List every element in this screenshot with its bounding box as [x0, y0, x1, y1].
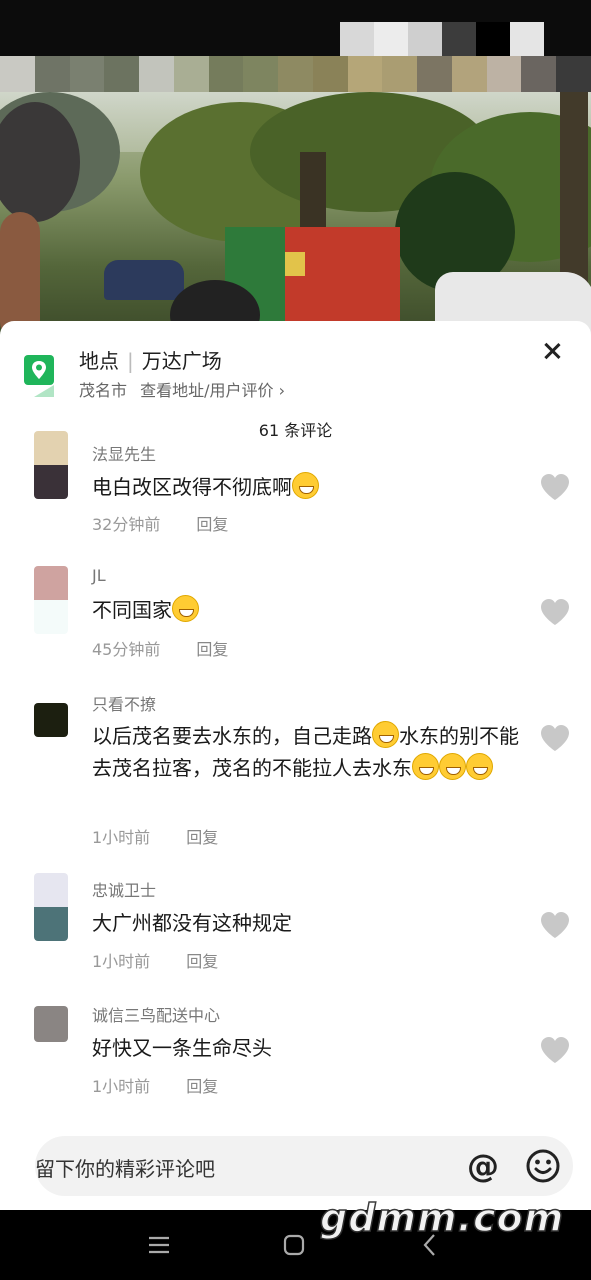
comment-meta: 45分钟前 回复	[92, 636, 228, 660]
comment-time: 1小时前	[92, 828, 151, 847]
comment-input-placeholder: 留下你的精彩评论吧	[35, 1157, 215, 1181]
home-icon[interactable]	[282, 1232, 308, 1258]
mosaic-strip	[0, 56, 591, 92]
comment-text: 以后茂名要去水东的，自己走路 水东的别不能去茂名拉客，茂名的不能拉人去水东	[92, 720, 532, 784]
comment-meta: 1小时前 回复	[92, 948, 218, 972]
comment-meta: 1小时前 回复	[92, 824, 218, 848]
location-title[interactable]: 地点 | 万达广场	[79, 345, 222, 374]
comment-time: 45分钟前	[92, 640, 161, 659]
comment-count: 61 条评论	[258, 421, 333, 440]
reply-button[interactable]: 回复	[196, 515, 228, 534]
reply-button[interactable]: 回复	[186, 952, 218, 971]
comment-text: 电白改区改得不彻底啊	[92, 471, 532, 503]
video-scene	[0, 92, 591, 340]
location-subtitle[interactable]: 茂名市 查看地址/用户评价 ›	[79, 377, 285, 401]
avatar[interactable]	[34, 431, 68, 499]
comment-username[interactable]: JL	[92, 566, 106, 585]
heart-icon[interactable]	[540, 911, 570, 939]
smile-icon[interactable]	[525, 1148, 561, 1184]
comment-text: 不同国家	[92, 594, 532, 626]
avatar[interactable]	[34, 873, 68, 941]
grin-emoji-icon	[292, 472, 319, 499]
comment-time: 1小时前	[92, 952, 151, 971]
menu-icon[interactable]	[146, 1232, 172, 1258]
video-background[interactable]	[0, 0, 591, 340]
location-label: 地点	[79, 349, 119, 373]
location-link[interactable]: 查看地址/用户评价 ›	[140, 381, 285, 400]
heart-icon[interactable]	[540, 598, 570, 626]
comment-input[interactable]: 留下你的精彩评论吧 @	[35, 1136, 573, 1196]
comment-username[interactable]: 诚信三鸟配送中心	[92, 1002, 220, 1026]
avatar[interactable]	[34, 703, 68, 737]
grimace-emoji-icon	[466, 753, 493, 780]
reply-button[interactable]: 回复	[196, 640, 228, 659]
avatar[interactable]	[34, 1006, 68, 1042]
comment-username[interactable]: 只看不撩	[92, 691, 156, 715]
at-icon[interactable]: @	[465, 1148, 501, 1184]
comment-meta: 1小时前 回复	[92, 1073, 218, 1097]
location-name: 万达广场	[141, 349, 222, 373]
reply-button[interactable]: 回复	[186, 1077, 218, 1096]
comment-time: 32分钟前	[92, 515, 161, 534]
comment-meta: 32分钟前 回复	[92, 511, 228, 535]
grimace-emoji-icon	[412, 753, 439, 780]
grimace-emoji-icon	[439, 753, 466, 780]
comment-text: 大广州都没有这种规定	[92, 911, 292, 935]
rofl-emoji-icon	[172, 595, 199, 622]
comment-username[interactable]: 法显先生	[92, 441, 156, 465]
site-watermark: gdmm.com	[319, 1195, 565, 1241]
location-city: 茂名市	[79, 381, 128, 400]
comment-text: 好快又一条生命尽头	[92, 1036, 272, 1060]
heart-icon[interactable]	[540, 1036, 570, 1064]
comment-username[interactable]: 忠诚卫士	[92, 877, 156, 901]
location-row[interactable]: 地点 | 万达广场 茂名市 查看地址/用户评价 ›	[24, 345, 544, 405]
mosaic-block	[340, 22, 544, 58]
heart-icon[interactable]	[540, 724, 570, 752]
close-icon[interactable]	[539, 339, 565, 365]
location-pin-icon	[24, 353, 54, 397]
grimace-emoji-icon	[372, 721, 399, 748]
reply-button[interactable]: 回复	[186, 828, 218, 847]
heart-icon[interactable]	[540, 473, 570, 501]
avatar[interactable]	[34, 566, 68, 634]
comment-time: 1小时前	[92, 1077, 151, 1096]
comments-sheet: 地点 | 万达广场 茂名市 查看地址/用户评价 › 61 条评论 法显先生 电白改区…	[0, 321, 591, 1210]
